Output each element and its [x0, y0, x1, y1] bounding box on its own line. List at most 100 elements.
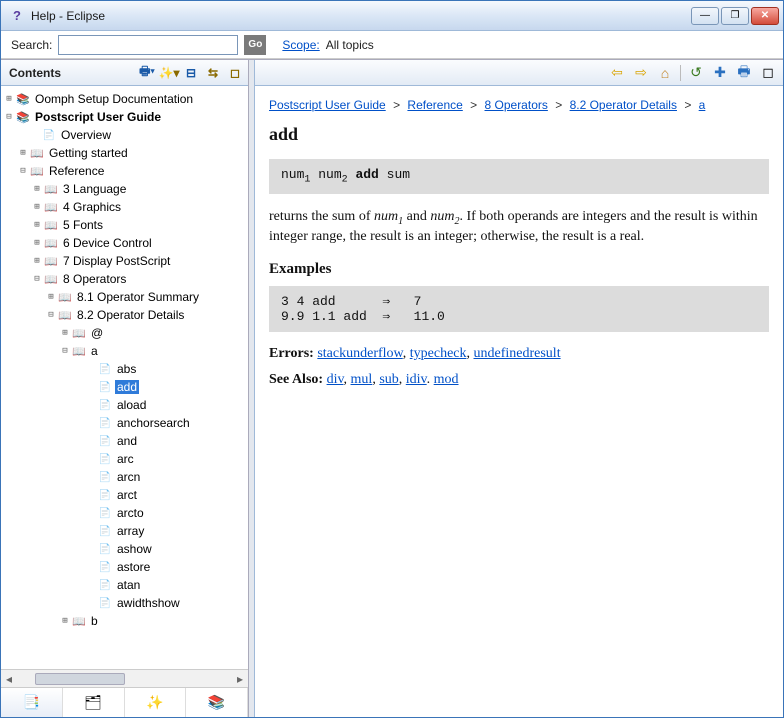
- page-icon: [97, 524, 113, 538]
- page-icon: [97, 434, 113, 448]
- tree-item-array[interactable]: array: [1, 522, 248, 540]
- tree-item-arc[interactable]: arc: [1, 450, 248, 468]
- window-title: Help - Eclipse: [31, 9, 691, 23]
- home-icon[interactable]: ⌂: [656, 64, 674, 82]
- minimize-button[interactable]: —: [691, 7, 719, 25]
- book-icon: [43, 200, 59, 214]
- book-icon: [29, 146, 45, 160]
- sidebar-tabs: 📑 🗂 ✨ 📚: [1, 687, 248, 717]
- page-icon: [97, 380, 113, 394]
- help-window: ? Help - Eclipse — ❐ ✕ Search: Go Scope:…: [0, 0, 784, 718]
- contents-label: Contents: [5, 66, 134, 80]
- tree-hscrollbar[interactable]: ◂ ▸: [1, 669, 248, 687]
- tree-item-language[interactable]: ⊞3 Language: [1, 180, 248, 198]
- syntax-block: num1 num2 add sum: [269, 159, 769, 194]
- link-typecheck[interactable]: typecheck: [410, 346, 467, 361]
- close-button[interactable]: ✕: [751, 7, 779, 25]
- tree-item-display[interactable]: ⊞7 Display PostScript: [1, 252, 248, 270]
- tab-bookmarks[interactable]: 📚: [186, 688, 248, 717]
- tree-item-atan[interactable]: atan: [1, 576, 248, 594]
- link-undefinedresult[interactable]: undefinedresult: [474, 346, 561, 361]
- tree-item-getting-started[interactable]: ⊞Getting started: [1, 144, 248, 162]
- book-icon: [71, 614, 87, 628]
- article-title: add: [269, 124, 769, 145]
- restore-pane-icon[interactable]: ◻: [759, 64, 777, 82]
- crumb-reference[interactable]: Reference: [407, 98, 462, 112]
- tree-item-fonts[interactable]: ⊞5 Fonts: [1, 216, 248, 234]
- maximize-button[interactable]: ❐: [721, 7, 749, 25]
- bookmark-add-icon[interactable]: ✚: [711, 64, 729, 82]
- tree-item-anchorsearch[interactable]: anchorsearch: [1, 414, 248, 432]
- search-go-button[interactable]: Go: [244, 35, 266, 55]
- forward-icon[interactable]: ⇨: [632, 64, 650, 82]
- page-icon: [97, 578, 113, 592]
- print-icon[interactable]: 🖶▾: [138, 64, 156, 82]
- sync-icon[interactable]: ⇆: [204, 64, 222, 82]
- back-icon[interactable]: ⇦: [608, 64, 626, 82]
- tab-index[interactable]: 🗂: [63, 688, 125, 717]
- page-icon: [41, 128, 57, 142]
- tree-item-device[interactable]: ⊞6 Device Control: [1, 234, 248, 252]
- crumb-operators[interactable]: 8 Operators: [485, 98, 548, 112]
- search-label: Search:: [11, 38, 52, 52]
- tree-item-b[interactable]: ⊞b: [1, 612, 248, 630]
- page-icon: [97, 398, 113, 412]
- tab-contents[interactable]: 📑: [1, 688, 63, 717]
- link-idiv[interactable]: idiv: [406, 372, 427, 387]
- book-icon: [43, 218, 59, 232]
- tree-item-reference[interactable]: ⊟Reference: [1, 162, 248, 180]
- page-icon: [97, 488, 113, 502]
- tree-item-ashow[interactable]: ashow: [1, 540, 248, 558]
- page-icon: [97, 542, 113, 556]
- breadcrumb: Postscript User Guide > Reference > 8 Op…: [269, 98, 769, 112]
- link-mul[interactable]: mul: [351, 372, 373, 387]
- tree-item-arcto[interactable]: arcto: [1, 504, 248, 522]
- maximize-pane-icon[interactable]: ◻: [226, 64, 244, 82]
- tab-search-results[interactable]: ✨: [125, 688, 187, 717]
- search-input[interactable]: [58, 35, 238, 55]
- print-page-icon[interactable]: 🖶: [735, 64, 753, 82]
- tree-item-opdet[interactable]: ⊟8.2 Operator Details: [1, 306, 248, 324]
- collapse-icon[interactable]: ⊟: [182, 64, 200, 82]
- page-icon: [97, 452, 113, 466]
- crumb-opdetails[interactable]: 8.2 Operator Details: [570, 98, 677, 112]
- tree-item-operators[interactable]: ⊟8 Operators: [1, 270, 248, 288]
- search-bar: Search: Go Scope: All topics: [1, 31, 783, 59]
- link-sub[interactable]: sub: [379, 372, 398, 387]
- page-icon: [97, 470, 113, 484]
- page-icon: [97, 506, 113, 520]
- link-mod[interactable]: mod: [434, 372, 459, 387]
- tree-item-abs[interactable]: abs: [1, 360, 248, 378]
- tree-item-oomph[interactable]: ⊞Oomph Setup Documentation: [1, 90, 248, 108]
- tree-item-at[interactable]: ⊞@: [1, 324, 248, 342]
- tree-item-aload[interactable]: aload: [1, 396, 248, 414]
- tree-item-overview[interactable]: Overview: [1, 126, 248, 144]
- tree-item-arct[interactable]: arct: [1, 486, 248, 504]
- scroll-thumb[interactable]: [35, 673, 125, 685]
- link-div[interactable]: div: [327, 372, 344, 387]
- book-icon: [57, 290, 73, 304]
- tree-item-opsum[interactable]: ⊞8.1 Operator Summary: [1, 288, 248, 306]
- book-icon: [71, 344, 87, 358]
- tree-item-add[interactable]: add: [1, 378, 248, 396]
- tree-item-a[interactable]: ⊟a: [1, 342, 248, 360]
- contents-tree[interactable]: ⊞Oomph Setup Documentation ⊟Postscript U…: [1, 86, 248, 669]
- scope-link[interactable]: Scope:: [282, 38, 319, 52]
- link-stackunderflow[interactable]: stackunderflow: [317, 346, 402, 361]
- main-area: Contents 🖶▾ ✨▾ ⊟ ⇆ ◻ ⊞Oomph Setup Docume…: [1, 59, 783, 717]
- sync-toc-icon[interactable]: ↺: [687, 64, 705, 82]
- tree-item-and[interactable]: and: [1, 432, 248, 450]
- book-icon: [43, 272, 59, 286]
- tree-item-arcn[interactable]: arcn: [1, 468, 248, 486]
- crumb-a[interactable]: a: [699, 98, 706, 112]
- crumb-psug[interactable]: Postscript User Guide: [269, 98, 386, 112]
- tree-item-graphics[interactable]: ⊞4 Graphics: [1, 198, 248, 216]
- highlight-icon[interactable]: ✨▾: [160, 64, 178, 82]
- book-icon: [29, 164, 45, 178]
- tree-item-astore[interactable]: astore: [1, 558, 248, 576]
- tree-item-awidthshow[interactable]: awidthshow: [1, 594, 248, 612]
- help-content: Postscript User Guide > Reference > 8 Op…: [255, 86, 783, 717]
- content-area: ⇦ ⇨ ⌂ ↺ ✚ 🖶 ◻ Postscript User Guide > Re…: [255, 60, 783, 717]
- page-icon: [97, 560, 113, 574]
- tree-item-psug[interactable]: ⊟Postscript User Guide: [1, 108, 248, 126]
